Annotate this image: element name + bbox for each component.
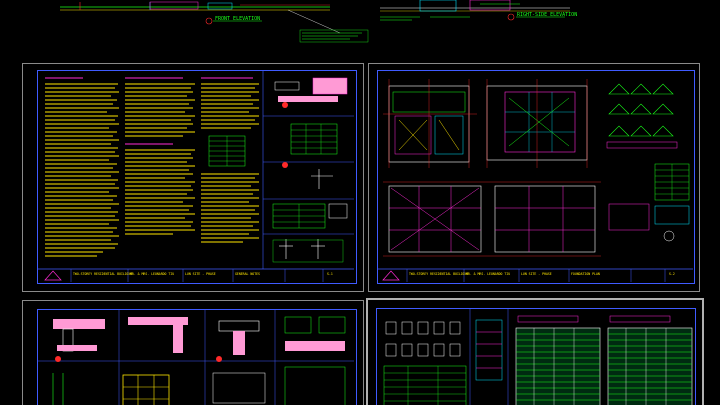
title-block-location: LUN SITE - PHASE xyxy=(521,272,552,276)
general-notes-graphics xyxy=(37,71,354,282)
title-block-owner: MR. & MRS. LEONARDO TIU xyxy=(130,272,175,276)
cad-model-space[interactable]: FRONT ELEVATION RIGHT-SIDE ELEVATION TWO… xyxy=(0,0,720,405)
elevations-strip: FRONT ELEVATION RIGHT-SIDE ELEVATION xyxy=(0,0,720,48)
right-side-elevation-label: RIGHT-SIDE ELEVATION xyxy=(517,12,578,18)
schedules-graphics xyxy=(383,309,693,405)
sheet-schedules[interactable] xyxy=(366,298,704,405)
sheet-foundation-plan[interactable]: TWO-STOREY RESIDENTIAL BUILDING MR. & MR… xyxy=(368,63,700,292)
foundation-plan-graphics xyxy=(377,79,693,282)
title-block-sheet-title: GENERAL NOTES xyxy=(235,272,260,276)
title-block-project: TWO-STOREY RESIDENTIAL BUILDING xyxy=(409,272,469,276)
details-graphics xyxy=(38,310,354,405)
title-block-owner: MR. & MRS. LEONARDO TIU xyxy=(466,272,511,276)
title-block-project: TWO-STOREY RESIDENTIAL BUILDING xyxy=(73,272,133,276)
title-block-sheet-title: FOUNDATION PLAN xyxy=(571,272,600,276)
title-block-location: LUN SITE - PHASE xyxy=(185,272,216,276)
title-block-drawing-no: S-2 xyxy=(669,272,675,276)
elevations-strip-graphics xyxy=(60,0,570,43)
title-block-drawing-no: S-1 xyxy=(327,272,333,276)
sheet-general-notes[interactable]: TWO-STOREY RESIDENTIAL BUILDING MR. & MR… xyxy=(22,63,364,292)
front-elevation-label: FRONT ELEVATION xyxy=(215,16,261,22)
sheet-details[interactable] xyxy=(22,300,364,405)
